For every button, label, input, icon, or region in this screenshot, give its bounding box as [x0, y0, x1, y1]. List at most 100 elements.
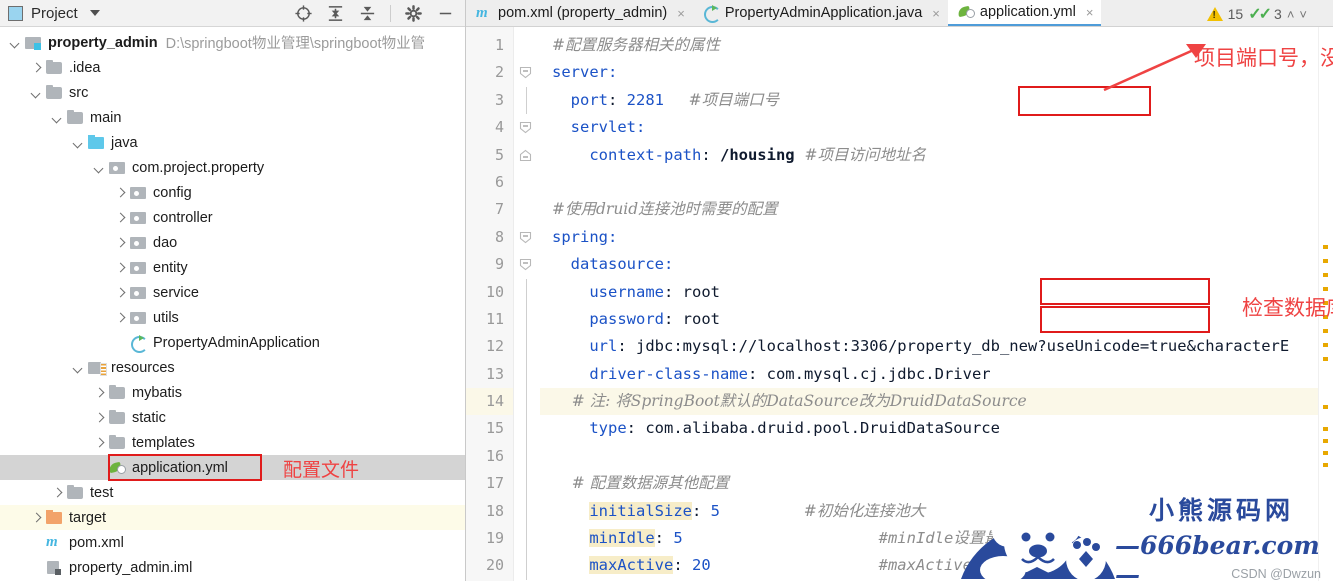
- tree-node-service[interactable]: service: [0, 280, 465, 305]
- hide-panel-icon[interactable]: [436, 4, 455, 23]
- chevron-down-icon[interactable]: [50, 110, 65, 125]
- chevron-right-icon[interactable]: [29, 60, 44, 75]
- code-line[interactable]: maxActive: 20 #maxActive设i: [540, 552, 1333, 579]
- chevron-right-icon[interactable]: [29, 510, 44, 525]
- chevron-right-icon[interactable]: [113, 210, 128, 225]
- tree-node-target[interactable]: target: [0, 505, 465, 530]
- code-line[interactable]: type: com.alibaba.druid.pool.DruidDataSo…: [540, 415, 1333, 442]
- chevron-down-icon[interactable]: [71, 135, 86, 150]
- code-line[interactable]: #使用druid连接池时需要的配置: [540, 196, 1333, 223]
- editor-tab-pom[interactable]: m pom.xml (property_admin) ×: [466, 0, 693, 26]
- code-line[interactable]: initialSize: 5 #初始化连接池大: [540, 498, 1333, 525]
- code-line[interactable]: [540, 169, 1333, 196]
- fold-start-icon[interactable]: [519, 231, 532, 244]
- chevron-down-icon[interactable]: [92, 160, 107, 175]
- chevron-right-icon[interactable]: [113, 260, 128, 275]
- chevron-right-icon[interactable]: [92, 385, 107, 400]
- code-warning-marker[interactable]: [1323, 287, 1328, 291]
- chevron-right-icon[interactable]: [113, 310, 128, 325]
- expand-all-icon[interactable]: [326, 4, 345, 23]
- code-content[interactable]: #配置服务器相关的属性 server: port: 2281 #项目端口号 ser…: [540, 27, 1333, 581]
- code-line[interactable]: driver-class-name: com.mysql.cj.jdbc.Dri…: [540, 361, 1333, 388]
- tree-node-propertyadminapplication[interactable]: PropertyAdminApplication: [0, 330, 465, 355]
- chevron-right-icon[interactable]: [92, 435, 107, 450]
- chevron-right-icon[interactable]: [113, 185, 128, 200]
- code-line[interactable]: servlet:: [540, 114, 1333, 141]
- code-line[interactable]: password: root: [540, 306, 1333, 333]
- code-warning-marker[interactable]: [1323, 451, 1328, 455]
- fold-start-icon[interactable]: [519, 66, 532, 79]
- code-fold-gutter[interactable]: [514, 27, 540, 581]
- code-line[interactable]: username: root: [540, 279, 1333, 306]
- editor-tab-application[interactable]: application.yml ×: [947, 0, 1102, 26]
- tree-node-entity[interactable]: entity: [0, 255, 465, 280]
- tree-node-com-project-property[interactable]: com.project.property: [0, 155, 465, 180]
- chevron-down-icon[interactable]: [29, 85, 44, 100]
- code-warning-marker[interactable]: [1323, 273, 1328, 277]
- code-line[interactable]: minIdle: 5 #minIdle设置最: [540, 525, 1333, 552]
- next-problem-icon[interactable]: ˅: [1299, 7, 1307, 22]
- tree-node-test[interactable]: test: [0, 480, 465, 505]
- chevron-right-icon[interactable]: [113, 285, 128, 300]
- code-line[interactable]: datasource:: [540, 251, 1333, 278]
- tree-node-java[interactable]: java: [0, 130, 465, 155]
- fold-start-icon[interactable]: [519, 258, 532, 271]
- code-warning-marker[interactable]: [1323, 245, 1328, 249]
- tree-node--idea[interactable]: .idea: [0, 55, 465, 80]
- inspection-widget[interactable]: 15 ✓✓ 3 ˄ ˅: [1206, 4, 1307, 24]
- tree-node-controller[interactable]: controller: [0, 205, 465, 230]
- tree-node-templates[interactable]: templates: [0, 430, 465, 455]
- code-warning-marker[interactable]: [1323, 463, 1328, 467]
- tree-node-pom-xml[interactable]: m pom.xml: [0, 530, 465, 555]
- code-warning-marker[interactable]: [1323, 259, 1328, 263]
- line-number: 8: [494, 227, 504, 246]
- tree-node-resources[interactable]: resources: [0, 355, 465, 380]
- chevron-down-icon[interactable]: [71, 360, 86, 375]
- tree-node-src[interactable]: src: [0, 80, 465, 105]
- editor-tab-propertyadminapplication[interactable]: PropertyAdminApplication.java ×: [692, 0, 948, 26]
- code-warning-marker[interactable]: [1323, 439, 1328, 443]
- locate-icon[interactable]: [294, 4, 313, 23]
- fold-end-icon[interactable]: [519, 149, 532, 162]
- close-icon[interactable]: ×: [932, 6, 940, 21]
- code-editor[interactable]: 1 2 3 4 5 6 7 8 9 10 11 12 13 14 15 16 17 18 19 20 #配置服务器相关…: [466, 27, 1333, 581]
- collapse-all-icon[interactable]: [358, 4, 377, 23]
- tree-node-utils[interactable]: utils: [0, 305, 465, 330]
- tree-node-main[interactable]: main: [0, 105, 465, 130]
- prev-problem-icon[interactable]: ˄: [1287, 7, 1295, 22]
- code-line[interactable]: url: jdbc:mysql://localhost:3306/propert…: [540, 333, 1333, 360]
- chevron-right-icon[interactable]: [50, 485, 65, 500]
- tree-node-mybatis[interactable]: mybatis: [0, 380, 465, 405]
- code-line[interactable]: [540, 443, 1333, 470]
- tree-node-property-admin-iml[interactable]: property_admin.iml: [0, 555, 465, 580]
- chevron-right-icon[interactable]: [92, 410, 107, 425]
- code-line[interactable]: # 配置数据源其他配置: [540, 470, 1333, 497]
- code-warning-marker[interactable]: [1323, 329, 1328, 333]
- fold-slot[interactable]: [514, 251, 540, 278]
- code-warning-marker[interactable]: [1323, 405, 1328, 409]
- tree-node-application-yml[interactable]: application.yml: [0, 455, 465, 480]
- code-warning-marker[interactable]: [1323, 427, 1328, 431]
- fold-slot[interactable]: [514, 142, 540, 169]
- code-warning-marker[interactable]: [1323, 343, 1328, 347]
- fold-start-icon[interactable]: [519, 121, 532, 134]
- chevron-down-icon[interactable]: [89, 10, 100, 16]
- close-icon[interactable]: ×: [677, 6, 685, 21]
- fold-slot[interactable]: [514, 59, 540, 86]
- project-tree[interactable]: property_admin D:\springboot物业管理\springbo…: [0, 27, 465, 580]
- fold-slot[interactable]: [514, 224, 540, 251]
- gear-icon[interactable]: [404, 4, 423, 23]
- tree-node-property-admin[interactable]: property_admin D:\springboot物业管理\springbo…: [0, 30, 465, 55]
- code-line[interactable]: spring:: [540, 224, 1333, 251]
- code-line[interactable]: # 注: 将SpringBoot默认的DataSource改为DruidData…: [540, 388, 1333, 416]
- code-line[interactable]: context-path: /housing #项目访问地址名: [540, 142, 1333, 169]
- close-icon[interactable]: ×: [1086, 5, 1094, 20]
- code-warning-marker[interactable]: [1323, 357, 1328, 361]
- fold-slot[interactable]: [514, 114, 540, 141]
- tree-node-static[interactable]: static: [0, 405, 465, 430]
- tree-node-dao[interactable]: dao: [0, 230, 465, 255]
- chevron-down-icon[interactable]: [8, 35, 23, 50]
- tree-node-config[interactable]: config: [0, 180, 465, 205]
- chevron-right-icon[interactable]: [113, 235, 128, 250]
- code-line[interactable]: port: 2281 #项目端口号: [540, 87, 1333, 114]
